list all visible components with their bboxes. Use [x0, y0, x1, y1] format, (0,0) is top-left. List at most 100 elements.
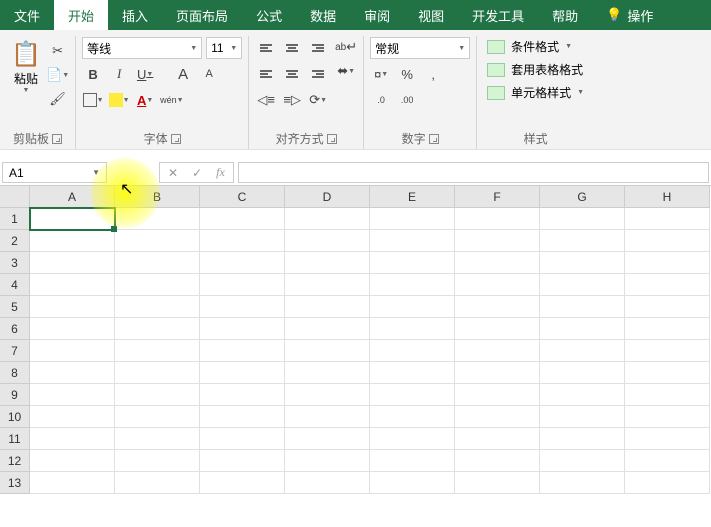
cell[interactable]	[285, 384, 370, 406]
cell[interactable]	[455, 428, 540, 450]
cell[interactable]	[370, 362, 455, 384]
shrink-font-button[interactable]: A	[198, 63, 220, 85]
cell[interactable]	[540, 318, 625, 340]
cell[interactable]	[115, 318, 200, 340]
cell[interactable]	[200, 318, 285, 340]
cell[interactable]	[200, 472, 285, 494]
cell[interactable]	[115, 362, 200, 384]
cell[interactable]	[200, 274, 285, 296]
cell[interactable]	[30, 384, 115, 406]
cell[interactable]	[285, 318, 370, 340]
tab-tell-me[interactable]: 💡 操作	[592, 0, 667, 30]
merge-button[interactable]: ⬌▼	[335, 60, 357, 82]
cell[interactable]	[540, 450, 625, 472]
cell[interactable]	[370, 384, 455, 406]
font-launcher[interactable]	[171, 134, 181, 144]
cell[interactable]	[30, 340, 115, 362]
cell[interactable]	[370, 208, 455, 230]
cell[interactable]	[30, 318, 115, 340]
cell[interactable]	[285, 230, 370, 252]
row-header[interactable]: 5	[0, 296, 30, 318]
italic-button[interactable]: I	[108, 63, 130, 85]
cell[interactable]	[455, 296, 540, 318]
cell[interactable]	[540, 230, 625, 252]
cell[interactable]	[115, 384, 200, 406]
cell[interactable]	[370, 318, 455, 340]
cell[interactable]	[115, 406, 200, 428]
cell[interactable]	[115, 472, 200, 494]
cell[interactable]	[455, 472, 540, 494]
cell[interactable]	[30, 472, 115, 494]
cell[interactable]	[540, 296, 625, 318]
row-header[interactable]: 7	[0, 340, 30, 362]
name-box[interactable]: A1 ▼ 名称框	[2, 162, 107, 183]
font-size-selector[interactable]: 11▼	[206, 37, 242, 59]
orientation-button[interactable]: ⟳▼	[307, 89, 329, 111]
cell[interactable]	[370, 230, 455, 252]
cell[interactable]	[455, 384, 540, 406]
accounting-button[interactable]: ¤▼	[370, 63, 392, 85]
cell[interactable]	[540, 406, 625, 428]
align-launcher[interactable]	[327, 134, 337, 144]
tab-view[interactable]: 视图	[404, 0, 458, 30]
cell[interactable]	[285, 362, 370, 384]
cell[interactable]	[625, 208, 710, 230]
decrease-indent-button[interactable]: ◁≡	[255, 89, 277, 111]
cell[interactable]	[200, 406, 285, 428]
increase-indent-button[interactable]: ≡▷	[281, 89, 303, 111]
cut-button[interactable]: ✂	[46, 40, 69, 62]
column-header[interactable]: B	[115, 186, 200, 208]
cell[interactable]	[625, 318, 710, 340]
cell[interactable]	[115, 340, 200, 362]
cell[interactable]	[115, 208, 200, 230]
tab-page-layout[interactable]: 页面布局	[162, 0, 242, 30]
wrap-text-button[interactable]: ab↵	[335, 36, 357, 58]
cell[interactable]	[370, 274, 455, 296]
cell[interactable]	[370, 296, 455, 318]
cell[interactable]	[625, 274, 710, 296]
cell[interactable]	[285, 208, 370, 230]
tab-formulas[interactable]: 公式	[242, 0, 296, 30]
cell[interactable]	[285, 252, 370, 274]
cell[interactable]	[625, 472, 710, 494]
cell[interactable]	[285, 472, 370, 494]
cell[interactable]	[625, 450, 710, 472]
cell[interactable]	[285, 406, 370, 428]
cell[interactable]	[200, 362, 285, 384]
cell[interactable]	[455, 208, 540, 230]
column-header[interactable]: A	[30, 186, 115, 208]
row-header[interactable]: 6	[0, 318, 30, 340]
cell[interactable]	[200, 252, 285, 274]
align-right-button[interactable]	[307, 63, 329, 85]
cell[interactable]	[30, 252, 115, 274]
tab-file[interactable]: 文件	[0, 0, 54, 30]
cell[interactable]	[625, 340, 710, 362]
tab-developer[interactable]: 开发工具	[458, 0, 538, 30]
select-all-corner[interactable]	[0, 186, 30, 208]
tab-review[interactable]: 审阅	[350, 0, 404, 30]
cell[interactable]	[625, 406, 710, 428]
cell[interactable]	[370, 340, 455, 362]
cell[interactable]	[115, 230, 200, 252]
decrease-decimal-button[interactable]: .00	[396, 89, 418, 111]
cell[interactable]	[115, 428, 200, 450]
fill-color-button[interactable]: ▼	[108, 89, 130, 111]
cell[interactable]	[200, 384, 285, 406]
cell[interactable]	[455, 340, 540, 362]
row-header[interactable]: 13	[0, 472, 30, 494]
row-header[interactable]: 4	[0, 274, 30, 296]
row-header[interactable]: 2	[0, 230, 30, 252]
cell[interactable]	[455, 362, 540, 384]
cell[interactable]	[625, 296, 710, 318]
formula-input[interactable]	[238, 162, 709, 183]
cell[interactable]	[370, 472, 455, 494]
cell[interactable]	[540, 252, 625, 274]
percent-button[interactable]: %	[396, 63, 418, 85]
cell[interactable]	[540, 384, 625, 406]
insert-function-button[interactable]: fx	[216, 165, 225, 180]
cell[interactable]	[115, 296, 200, 318]
align-middle-button[interactable]	[281, 37, 303, 59]
cell[interactable]	[540, 472, 625, 494]
column-header[interactable]: H	[625, 186, 710, 208]
cell[interactable]	[370, 450, 455, 472]
